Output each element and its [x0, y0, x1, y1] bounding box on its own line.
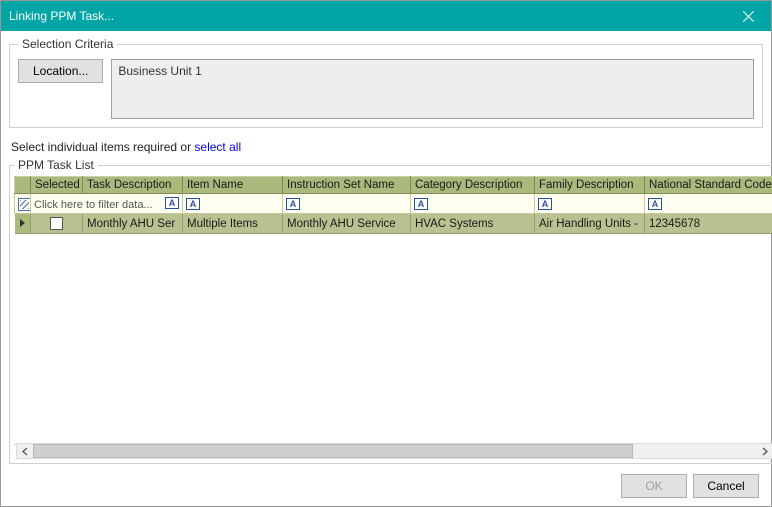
header-item-name[interactable]: Item Name [183, 177, 283, 194]
cell-national-code: 12345678 [645, 214, 772, 234]
ppm-task-list-group: PPM Task List Selected Task Description … [9, 158, 772, 464]
instruction-prefix: Select individual items required or [11, 140, 194, 154]
cell-family: Air Handling Units - [535, 214, 645, 234]
scroll-left-arrow[interactable] [17, 444, 33, 458]
selection-criteria-group: Selection Criteria Location... Business … [9, 37, 763, 128]
filter-selected-task[interactable]: Click here to filter data... A [31, 194, 183, 214]
task-grid: Selected Task Description Item Name Inst… [14, 176, 772, 445]
filter-mode-icon: A [538, 198, 552, 210]
selection-criteria-legend: Selection Criteria [18, 37, 117, 51]
filter-mode-icon: A [648, 198, 662, 210]
header-family[interactable]: Family Description [535, 177, 645, 194]
filter-hint: Click here to filter data... [34, 198, 153, 210]
chevron-left-icon [22, 447, 29, 456]
row-checkbox[interactable] [50, 217, 63, 230]
filter-mode-icon: A [165, 197, 179, 209]
instruction-text: Select individual items required or sele… [11, 140, 761, 154]
cell-item-name: Multiple Items [183, 214, 283, 234]
header-national-code[interactable]: National Standard Code [645, 177, 772, 194]
ok-button[interactable]: OK [621, 474, 687, 498]
select-all-link[interactable]: select all [194, 140, 241, 154]
filter-mode-icon: A [414, 198, 428, 210]
table-row[interactable]: Monthly AHU Ser Multiple Items Monthly A… [15, 214, 772, 234]
title-bar: Linking PPM Task... [1, 1, 771, 31]
filter-row: Click here to filter data... A A A A A A [15, 194, 772, 214]
chevron-right-icon [761, 447, 768, 456]
scroll-thumb[interactable] [33, 444, 633, 458]
header-instruction-set[interactable]: Instruction Set Name [283, 177, 411, 194]
header-indicator [15, 177, 31, 194]
cell-task-description: Monthly AHU Ser [83, 214, 183, 234]
ppm-task-list-legend: PPM Task List [14, 158, 98, 172]
header-category[interactable]: Category Description [411, 177, 535, 194]
dialog-button-row: OK Cancel [9, 464, 763, 498]
header-row: Selected Task Description Item Name Inst… [15, 177, 772, 194]
cancel-button[interactable]: Cancel [693, 474, 759, 498]
horizontal-scrollbar[interactable] [16, 443, 772, 459]
filter-mode-icon: A [286, 198, 300, 210]
filter-instruction-set[interactable]: A [283, 194, 411, 214]
cell-selected[interactable] [31, 214, 83, 234]
filter-mode-icon: A [186, 198, 200, 210]
filter-category[interactable]: A [411, 194, 535, 214]
close-icon [743, 11, 754, 22]
scroll-right-arrow[interactable] [756, 444, 772, 458]
filter-edit-cell[interactable] [15, 194, 31, 214]
filter-national-code[interactable]: A [645, 194, 772, 214]
location-button[interactable]: Location... [18, 59, 103, 83]
header-selected[interactable]: Selected [31, 177, 83, 194]
scroll-track[interactable] [33, 444, 756, 458]
cell-instruction-set: Monthly AHU Service [283, 214, 411, 234]
filter-family[interactable]: A [535, 194, 645, 214]
row-indicator [15, 214, 31, 234]
row-pointer-icon [20, 219, 25, 227]
filter-edit-icon [18, 198, 31, 211]
location-display: Business Unit 1 [111, 59, 754, 119]
cell-category: HVAC Systems [411, 214, 535, 234]
window-title: Linking PPM Task... [9, 9, 114, 23]
filter-item-name[interactable]: A [183, 194, 283, 214]
header-task-description[interactable]: Task Description [83, 177, 183, 194]
dialog-body: Selection Criteria Location... Business … [1, 31, 771, 506]
close-button[interactable] [725, 1, 771, 31]
